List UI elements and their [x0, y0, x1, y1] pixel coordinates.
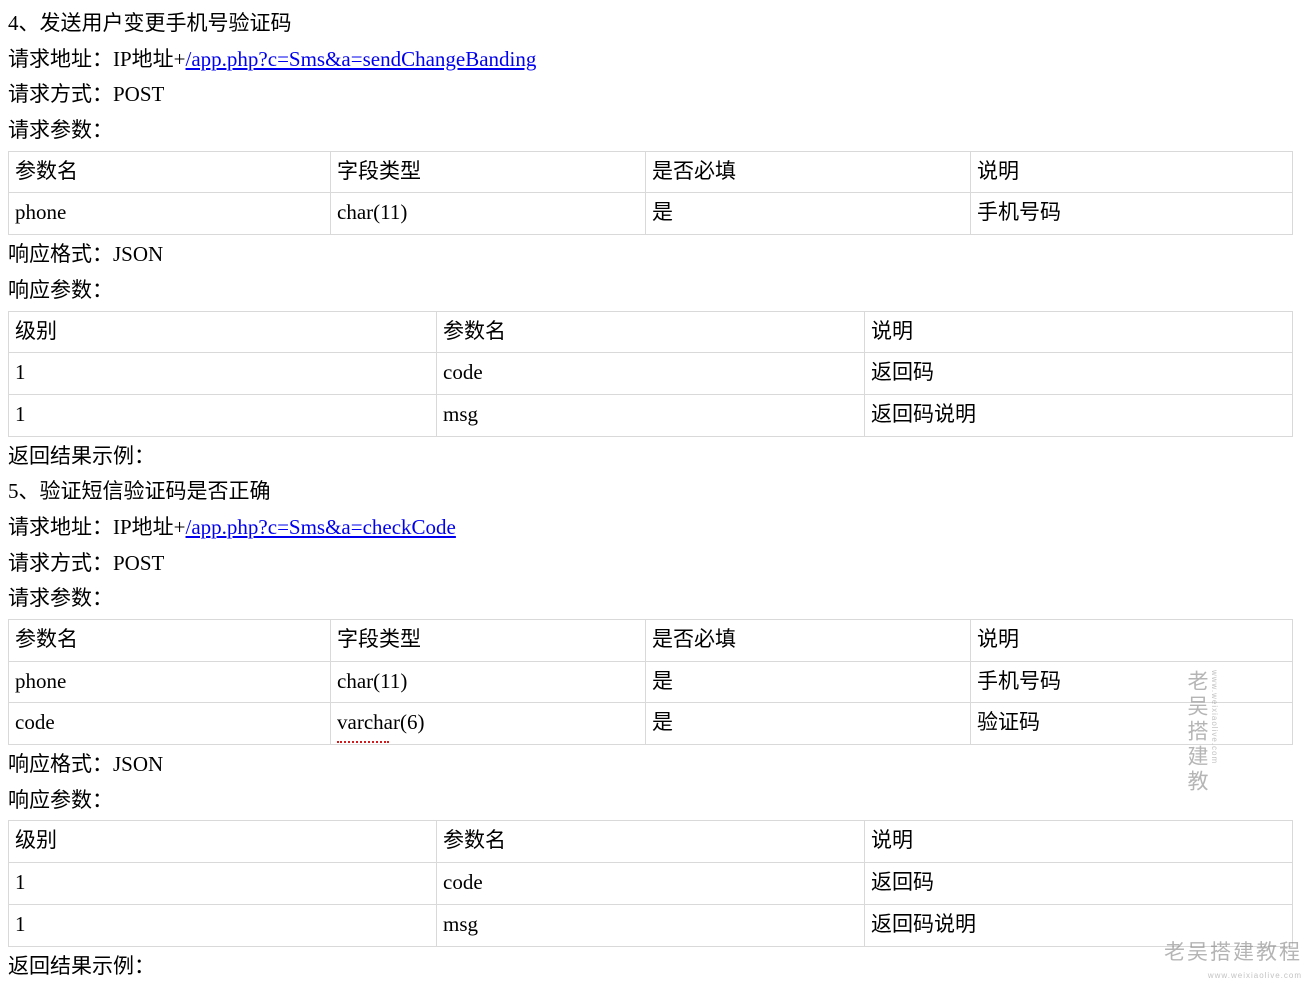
table-header-row: 级别 参数名 说明 [9, 311, 1293, 353]
cell: 是 [646, 193, 971, 235]
cell: 1 [9, 394, 437, 436]
th-desc: 说明 [865, 311, 1293, 353]
th-param-name: 参数名 [9, 151, 331, 193]
table-row: 1 msg 返回码说明 [9, 394, 1293, 436]
section4-title: 4、发送用户变更手机号验证码 [8, 6, 1296, 42]
table-row: code varchar(6) 是 验证码 [9, 703, 1293, 745]
table-row: 1 code 返回码 [9, 863, 1293, 905]
response-format-value: JSON [113, 752, 163, 776]
request-method-value: POST [113, 551, 164, 575]
section4-request-params-label: 请求参数： [8, 113, 1296, 149]
section5-title: 5、验证短信验证码是否正确 [8, 474, 1296, 510]
request-method-value: POST [113, 82, 164, 106]
cell: msg [437, 394, 865, 436]
table-row: 1 msg 返回码说明 [9, 904, 1293, 946]
table-row: 1 code 返回码 [9, 353, 1293, 395]
cell: code [437, 353, 865, 395]
table-header-row: 参数名 字段类型 是否必填 说明 [9, 151, 1293, 193]
cell: code [437, 863, 865, 905]
cell: char(11) [331, 193, 646, 235]
cell-value-spellmark: varchar(6) [337, 705, 424, 741]
section4-request-url: 请求地址：IP地址+/app.php?c=Sms&a=sendChangeBan… [8, 42, 1296, 78]
th-param-name: 参数名 [9, 620, 331, 662]
th-required: 是否必填 [646, 151, 971, 193]
th-level: 级别 [9, 821, 437, 863]
label-response-format: 响应格式： [8, 242, 113, 266]
section5-request-params-table: 参数名 字段类型 是否必填 说明 phone char(11) 是 手机号码 c… [8, 619, 1293, 745]
section5-request-params-label: 请求参数： [8, 581, 1296, 617]
label-request-url: 请求地址： [8, 47, 113, 71]
cell: 手机号码 [971, 193, 1293, 235]
th-desc: 说明 [865, 821, 1293, 863]
cell: 1 [9, 904, 437, 946]
cell: 是 [646, 661, 971, 703]
section4-response-params-label: 响应参数： [8, 273, 1296, 309]
cell: 返回码 [865, 353, 1293, 395]
th-param-name: 参数名 [437, 821, 865, 863]
th-level: 级别 [9, 311, 437, 353]
cell: 1 [9, 863, 437, 905]
table-header-row: 参数名 字段类型 是否必填 说明 [9, 620, 1293, 662]
th-param-name: 参数名 [437, 311, 865, 353]
cell: msg [437, 904, 865, 946]
request-url-link[interactable]: /app.php?c=Sms&a=sendChangeBanding [186, 47, 537, 71]
cell: 返回码说明 [865, 904, 1293, 946]
th-required: 是否必填 [646, 620, 971, 662]
cell: phone [9, 193, 331, 235]
cell: code [9, 703, 331, 745]
cell: 返回码说明 [865, 394, 1293, 436]
section4-response-format: 响应格式：JSON [8, 237, 1296, 273]
cell: char(11) [331, 661, 646, 703]
cell: 手机号码 [971, 661, 1293, 703]
th-field-type: 字段类型 [331, 620, 646, 662]
table-row: phone char(11) 是 手机号码 [9, 661, 1293, 703]
section5-return-example-label: 返回结果示例： [8, 949, 1296, 985]
response-format-value: JSON [113, 242, 163, 266]
request-url-link[interactable]: /app.php?c=Sms&a=checkCode [186, 515, 456, 539]
label-response-format: 响应格式： [8, 752, 113, 776]
section5-request-url: 请求地址：IP地址+/app.php?c=Sms&a=checkCode [8, 510, 1296, 546]
table-header-row: 级别 参数名 说明 [9, 821, 1293, 863]
cell: 返回码 [865, 863, 1293, 905]
section5-request-method: 请求方式：POST [8, 546, 1296, 582]
section4-response-params-table: 级别 参数名 说明 1 code 返回码 1 msg 返回码说明 [8, 311, 1293, 437]
cell: 验证码 [971, 703, 1293, 745]
request-url-prefix: IP地址+ [113, 47, 186, 71]
label-request-method: 请求方式： [8, 82, 113, 106]
section5-response-params-label: 响应参数： [8, 783, 1296, 819]
th-field-type: 字段类型 [331, 151, 646, 193]
label-request-method: 请求方式： [8, 551, 113, 575]
section5-response-params-table: 级别 参数名 说明 1 code 返回码 1 msg 返回码说明 [8, 820, 1293, 946]
section4-return-example-label: 返回结果示例： [8, 439, 1296, 475]
section4-request-method: 请求方式：POST [8, 77, 1296, 113]
cell: 1 [9, 353, 437, 395]
th-desc: 说明 [971, 620, 1293, 662]
section5-response-format: 响应格式：JSON [8, 747, 1296, 783]
cell: 是 [646, 703, 971, 745]
label-request-url: 请求地址： [8, 515, 113, 539]
request-url-prefix: IP地址+ [113, 515, 186, 539]
cell: phone [9, 661, 331, 703]
section4-request-params-table: 参数名 字段类型 是否必填 说明 phone char(11) 是 手机号码 [8, 151, 1293, 235]
th-desc: 说明 [971, 151, 1293, 193]
cell: varchar(6) [331, 703, 646, 745]
table-row: phone char(11) 是 手机号码 [9, 193, 1293, 235]
